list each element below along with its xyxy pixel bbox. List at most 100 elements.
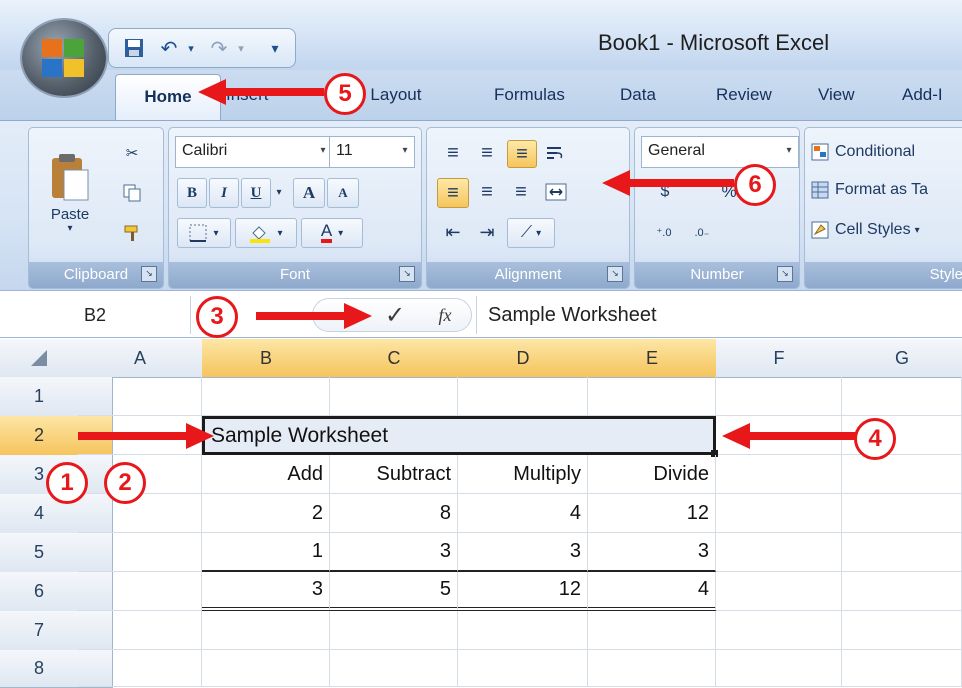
grid-cell[interactable] <box>78 377 202 416</box>
copy-icon[interactable] <box>117 180 147 206</box>
grid-cell[interactable] <box>716 572 842 611</box>
underline-button[interactable]: U <box>241 178 271 208</box>
cell-b4[interactable]: 2 <box>202 494 330 533</box>
underline-dropdown-icon[interactable]: ▾ <box>271 178 287 206</box>
grid-cell[interactable] <box>330 611 458 650</box>
number-format-combo[interactable]: General ▾ <box>641 136 799 168</box>
grid-cell[interactable] <box>842 377 962 416</box>
redo-icon[interactable]: ↷ <box>207 35 231 61</box>
column-header-b[interactable]: B <box>202 339 331 378</box>
tab-formulas[interactable]: Formulas <box>488 70 571 120</box>
cell-e4[interactable]: 12 <box>588 494 716 533</box>
save-icon[interactable] <box>121 35 147 61</box>
column-header-g[interactable]: G <box>842 339 962 378</box>
format-painter-icon[interactable] <box>117 220 147 246</box>
grid-cell[interactable] <box>716 455 842 494</box>
decrease-decimal-icon[interactable]: .0₋ <box>685 218 719 246</box>
clipboard-launcher-icon[interactable]: ↘ <box>141 266 157 282</box>
cell-e3[interactable]: Divide <box>588 455 716 494</box>
grow-font-button[interactable]: A <box>293 178 325 208</box>
number-launcher-icon[interactable]: ↘ <box>777 266 793 282</box>
grid-cell[interactable] <box>588 650 716 687</box>
column-header-c[interactable]: C <box>330 339 459 378</box>
alignment-launcher-icon[interactable]: ↘ <box>607 266 623 282</box>
cell-c4[interactable]: 8 <box>330 494 458 533</box>
conditional-formatting-button[interactable]: Conditional <box>811 138 962 166</box>
fill-color-button[interactable]: ▾ <box>235 218 297 248</box>
tab-review[interactable]: Review <box>710 70 778 120</box>
grid-cell[interactable] <box>78 611 202 650</box>
grid-cell[interactable] <box>842 494 962 533</box>
insert-function-icon[interactable]: fx <box>428 300 462 330</box>
decrease-indent-icon[interactable]: ⇤ <box>439 218 467 246</box>
formula-input[interactable]: Sample Worksheet <box>488 296 657 334</box>
grid-cell[interactable] <box>588 377 716 416</box>
grid-cell[interactable] <box>588 611 716 650</box>
cell-styles-button[interactable]: Cell Styles ▾ <box>811 216 962 244</box>
cell-b3[interactable]: Add <box>202 455 330 494</box>
grid-cell[interactable] <box>842 455 962 494</box>
grid-cell[interactable] <box>716 533 842 572</box>
align-bottom-icon[interactable]: ≡ <box>507 140 537 168</box>
cell-d6[interactable]: 12 <box>458 572 588 611</box>
grid-cell[interactable] <box>202 650 330 687</box>
grid-cell[interactable] <box>78 572 202 611</box>
cell-e6[interactable]: 4 <box>588 572 716 611</box>
font-size-combo[interactable]: 11 ▾ <box>329 136 415 168</box>
cell-c3[interactable]: Subtract <box>330 455 458 494</box>
cell-e5[interactable]: 3 <box>588 533 716 572</box>
increase-decimal-icon[interactable]: ⁺.0 <box>647 218 681 246</box>
grid-cell[interactable] <box>716 377 842 416</box>
undo-icon[interactable]: ↶ <box>157 35 181 61</box>
paste-button[interactable]: Paste ▾ <box>35 134 105 252</box>
enter-check-icon[interactable]: ✓ <box>378 300 412 330</box>
font-color-button[interactable]: A ▾ <box>301 218 363 248</box>
grid-cell[interactable] <box>330 650 458 687</box>
cell-d4[interactable]: 4 <box>458 494 588 533</box>
bold-button[interactable]: B <box>177 178 207 208</box>
grid-cell[interactable] <box>458 650 588 687</box>
shrink-font-button[interactable]: A <box>327 178 359 208</box>
column-header-d[interactable]: D <box>458 339 589 378</box>
font-name-combo[interactable]: Calibri ▾ <box>175 136 333 168</box>
grid-cell[interactable] <box>842 611 962 650</box>
wrap-text-icon[interactable] <box>541 140 569 166</box>
borders-button[interactable]: ▾ <box>177 218 231 248</box>
grid-cell[interactable] <box>716 611 842 650</box>
align-center-icon[interactable]: ≡ <box>473 178 501 206</box>
customize-qat-icon[interactable]: ▾ <box>265 35 285 61</box>
name-box[interactable]: B2 <box>0 296 190 334</box>
align-middle-icon[interactable]: ≡ <box>473 140 501 166</box>
italic-button[interactable]: I <box>209 178 239 208</box>
tab-add-ins[interactable]: Add-I <box>896 70 949 120</box>
grid-cell[interactable] <box>78 494 202 533</box>
cell-d3[interactable]: Multiply <box>458 455 588 494</box>
grid-cell[interactable] <box>202 611 330 650</box>
grid-cell[interactable] <box>716 650 842 687</box>
grid-cell[interactable] <box>842 572 962 611</box>
grid-cell[interactable] <box>458 611 588 650</box>
cell-b5[interactable]: 1 <box>202 533 330 572</box>
cell-b6[interactable]: 3 <box>202 572 330 611</box>
redo-dropdown-icon[interactable]: ▾ <box>233 35 249 61</box>
cut-icon[interactable]: ✂ <box>117 140 147 166</box>
cell-c5[interactable]: 3 <box>330 533 458 572</box>
tab-data[interactable]: Data <box>614 70 662 120</box>
cell-c6[interactable]: 5 <box>330 572 458 611</box>
grid-cell[interactable] <box>716 494 842 533</box>
column-header-e[interactable]: E <box>588 339 717 378</box>
align-left-icon[interactable]: ≡ <box>437 178 469 208</box>
column-header-f[interactable]: F <box>716 339 843 378</box>
grid-cell[interactable] <box>202 377 330 416</box>
grid-cell[interactable] <box>458 377 588 416</box>
grid-cell[interactable] <box>842 650 962 687</box>
grid-cell[interactable] <box>330 377 458 416</box>
cell-d5[interactable]: 3 <box>458 533 588 572</box>
font-launcher-icon[interactable]: ↘ <box>399 266 415 282</box>
tab-view[interactable]: View <box>812 70 861 120</box>
increase-indent-icon[interactable]: ⇥ <box>473 218 501 246</box>
grid-cell[interactable] <box>78 533 202 572</box>
orientation-button[interactable]: ⟋ ▾ <box>507 218 555 248</box>
merge-center-icon[interactable] <box>541 178 571 206</box>
column-header-a[interactable]: A <box>78 339 203 378</box>
